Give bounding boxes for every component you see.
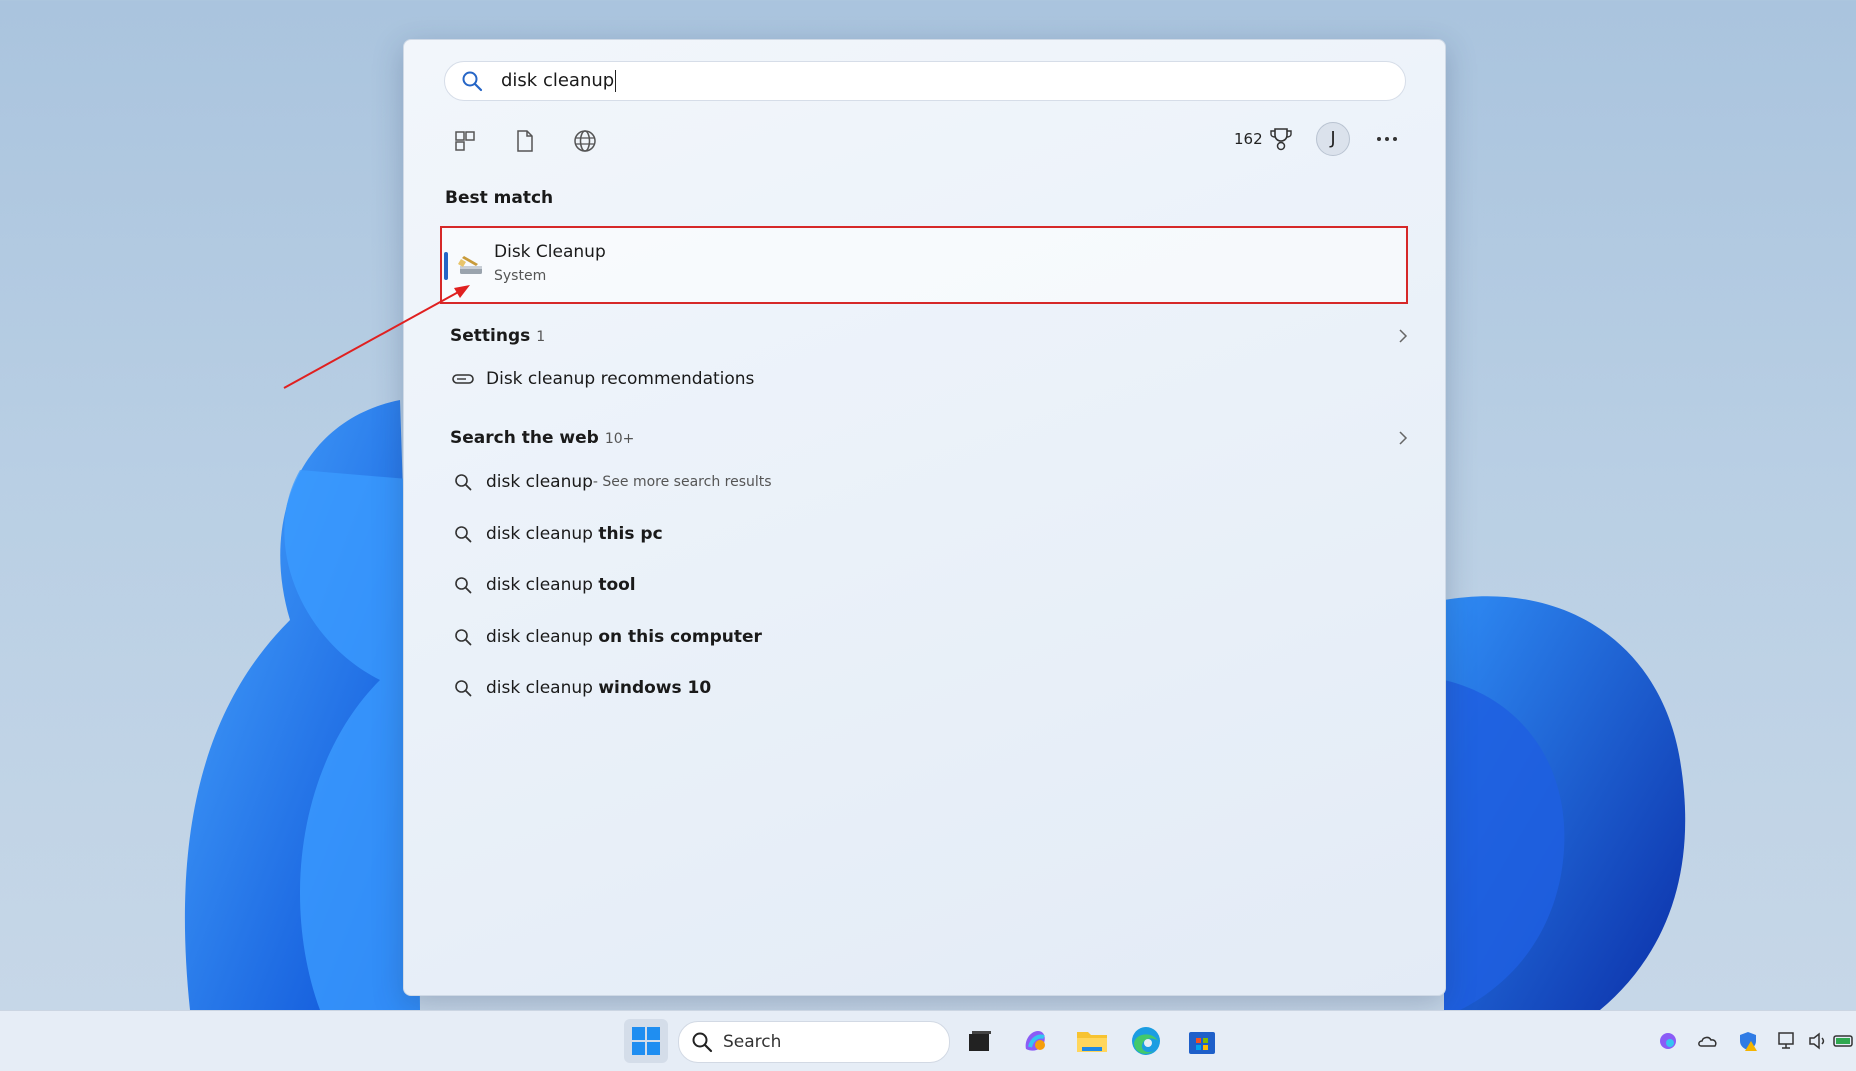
apps-filter-button[interactable] (450, 126, 480, 156)
user-avatar[interactable]: J (1316, 122, 1350, 156)
search-icon (455, 526, 472, 543)
trophy-icon (1269, 128, 1292, 151)
web-suggestion[interactable]: disk cleanup tool (444, 568, 1404, 602)
search-icon (455, 680, 472, 697)
suggestion-bold: tool (598, 575, 636, 595)
suggestion-bold: windows 10 (598, 678, 712, 698)
search-input[interactable]: disk cleanup (444, 61, 1406, 101)
settings-chevron-right-icon[interactable] (1397, 329, 1409, 343)
selection-accent (444, 252, 448, 280)
battery-icon[interactable] (1832, 1029, 1856, 1053)
rewards-points[interactable]: 162 (1234, 126, 1293, 152)
suggestion-bold: on this computer (598, 627, 762, 647)
app-category: System (494, 268, 547, 284)
suggestion-bold: this pc (598, 524, 663, 544)
network-icon[interactable] (1776, 1029, 1800, 1053)
settings-result-item[interactable]: Disk cleanup recommendations (444, 362, 1404, 396)
settings-count: 1 (536, 329, 546, 345)
microsoft-store-icon[interactable] (1184, 1023, 1220, 1059)
onedrive-cloud-icon[interactable] (1696, 1029, 1720, 1053)
suggestion-text: disk cleanup (486, 524, 599, 544)
start-button[interactable] (624, 1019, 668, 1063)
web-suggestion[interactable]: disk cleanup - See more search results (444, 465, 1404, 499)
document-icon (517, 130, 533, 152)
settings-heading-label: Settings (450, 326, 531, 346)
search-query: disk cleanup (501, 70, 617, 92)
search-web-heading[interactable]: Search the web 10+ (450, 428, 634, 448)
best-match-heading: Best match (445, 188, 554, 208)
apps-icon (455, 131, 475, 151)
search-icon (455, 474, 472, 491)
taskbar-search-label: Search (723, 1032, 782, 1052)
documents-filter-button[interactable] (510, 126, 540, 156)
web-filter-button[interactable] (570, 126, 600, 156)
copilot-icon[interactable] (1018, 1023, 1054, 1059)
storage-drive-icon (452, 374, 474, 384)
web-chevron-right-icon[interactable] (1397, 431, 1409, 445)
edge-browser-icon[interactable] (1128, 1023, 1164, 1059)
web-suggestion[interactable]: disk cleanup windows 10 (444, 671, 1404, 705)
web-suggestion[interactable]: disk cleanup this pc (444, 517, 1404, 551)
search-icon (692, 1032, 713, 1053)
settings-item-label: Disk cleanup recommendations (486, 369, 755, 389)
search-web-heading-label: Search the web (450, 428, 599, 448)
suggestion-text: disk cleanup (486, 472, 593, 492)
suggestion-text: disk cleanup (486, 627, 599, 647)
search-icon (455, 577, 472, 594)
suggestion-text: disk cleanup (486, 575, 599, 595)
search-icon (455, 629, 472, 646)
web-suggestion[interactable]: disk cleanup on this computer (444, 620, 1404, 654)
windows-logo-icon (632, 1027, 660, 1055)
suggestion-text: disk cleanup (486, 678, 599, 698)
settings-heading[interactable]: Settings 1 (450, 326, 545, 346)
best-match-result[interactable]: Disk Cleanup System (440, 226, 1408, 304)
task-view-icon[interactable] (962, 1023, 998, 1059)
security-warning-icon[interactable] (1736, 1029, 1760, 1053)
disk-cleanup-app-icon (458, 256, 482, 274)
file-explorer-icon[interactable] (1074, 1023, 1110, 1059)
copilot-tray-icon[interactable] (1656, 1029, 1680, 1053)
suggestion-hint: - See more search results (592, 474, 772, 490)
start-search-panel: disk cleanup 162 J Best match Disk Clean… (403, 39, 1446, 996)
search-web-count: 10+ (604, 431, 635, 447)
search-filters (450, 126, 600, 156)
search-icon (462, 71, 483, 92)
more-options-icon[interactable] (1372, 124, 1402, 154)
taskbar-search-box[interactable]: Search (678, 1021, 950, 1063)
globe-icon (574, 130, 596, 152)
volume-icon[interactable] (1806, 1029, 1830, 1053)
taskbar: Search (0, 1010, 1856, 1071)
points-count: 162 (1234, 130, 1263, 148)
app-name: Disk Cleanup (494, 242, 606, 262)
